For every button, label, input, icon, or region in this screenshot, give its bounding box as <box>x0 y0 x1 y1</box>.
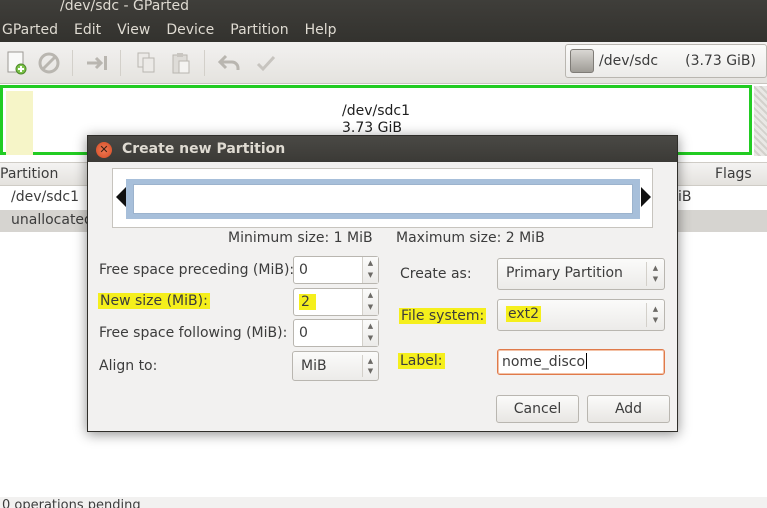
file-system-label: File system: <box>399 308 487 324</box>
used-space-bar <box>6 91 33 155</box>
menu-partition[interactable]: Partition <box>230 20 288 42</box>
copy-icon[interactable] <box>133 50 159 76</box>
partition-resizer <box>112 168 653 228</box>
add-button[interactable]: Add <box>587 395 670 423</box>
partition-graphic-label: /dev/sdc1 3.73 GiB <box>342 103 410 137</box>
file-system-combo[interactable]: ext2 ▲ ▼ <box>497 299 665 331</box>
new-size-value: 2 <box>299 294 316 310</box>
menu-device[interactable]: Device <box>166 20 214 42</box>
combo-arrows-icon: ▲ ▼ <box>646 303 664 327</box>
partition-size-inner <box>133 184 633 214</box>
create-as-value: Primary Partition <box>506 265 623 281</box>
partition-label-label: Label: <box>398 353 445 369</box>
new-size-spinner[interactable]: 2 ▲ ▼ <box>293 288 379 316</box>
toolbar-separator <box>120 50 121 76</box>
resize-left-handle-icon[interactable] <box>116 187 126 207</box>
minimum-size-label: Minimum size: 1 MiB <box>228 230 373 246</box>
menubar: GParted Edit View Device Partition Help <box>0 20 351 42</box>
row-partition: /dev/sdc1 <box>11 189 80 205</box>
device-size: (3.73 GiB) <box>685 53 756 69</box>
menu-edit[interactable]: Edit <box>74 20 101 42</box>
row-partition: unallocated <box>11 212 93 228</box>
title-and-menu-bar: /dev/sdc - GParted GParted Edit View Dev… <box>0 0 767 42</box>
new-size-label: New size (MiB): <box>98 293 210 309</box>
resize-right-handle-icon[interactable] <box>641 187 651 207</box>
status-bar: 0 operations pending <box>0 497 767 508</box>
spinner-arrows-icon[interactable]: ▲ ▼ <box>362 289 378 315</box>
delete-icon[interactable] <box>36 50 62 76</box>
menu-help[interactable]: Help <box>305 20 337 42</box>
dialog-title: Create new Partition <box>122 141 286 157</box>
undo-icon[interactable] <box>216 50 242 76</box>
align-to-value: MiB <box>301 358 327 374</box>
partition-label-input[interactable]: nome_disco <box>497 349 665 375</box>
menu-gparted[interactable]: GParted <box>2 20 58 42</box>
combo-arrows-icon: ▲ ▼ <box>362 355 378 377</box>
file-system-value: ext2 <box>506 306 542 322</box>
create-as-label: Create as: <box>400 266 472 282</box>
resize-move-icon[interactable] <box>84 50 110 76</box>
graphic-scrollbar[interactable] <box>754 86 767 156</box>
column-flags[interactable]: Flags <box>715 166 752 182</box>
row-flags: iB <box>678 189 692 205</box>
free-preceding-label: Free space preceding (MiB): <box>99 262 295 278</box>
cancel-button[interactable]: Cancel <box>496 395 579 423</box>
free-following-label: Free space following (MiB): <box>99 325 288 341</box>
create-partition-dialog: ✕ Create new Partition Minimum size: 1 M… <box>87 135 678 432</box>
align-to-label: Align to: <box>99 358 158 374</box>
apply-icon[interactable] <box>253 50 279 76</box>
status-text: 0 operations pending <box>2 498 141 508</box>
paste-icon[interactable] <box>168 50 194 76</box>
dialog-titlebar: ✕ Create new Partition <box>88 136 677 162</box>
menu-view[interactable]: View <box>117 20 150 42</box>
maximum-size-label: Maximum size: 2 MiB <box>396 230 545 246</box>
combo-arrows-icon: ▲ ▼ <box>646 262 664 286</box>
device-name: /dev/sdc <box>599 53 659 69</box>
partition-label-value: nome_disco <box>502 353 588 370</box>
new-partition-icon[interactable] <box>4 50 30 76</box>
partition-size-bar[interactable] <box>126 179 640 219</box>
spinner-arrows-icon[interactable]: ▲ ▼ <box>362 320 378 346</box>
free-preceding-spinner[interactable]: 0 ▲ ▼ <box>293 256 379 284</box>
create-as-combo[interactable]: Primary Partition ▲ ▼ <box>497 258 665 290</box>
free-preceding-value: 0 <box>299 262 308 278</box>
partition-graphic-name: /dev/sdc1 <box>342 103 411 119</box>
column-partition[interactable]: Partition <box>0 166 58 182</box>
free-following-value: 0 <box>299 325 308 341</box>
window-title: /dev/sdc - GParted <box>60 0 190 14</box>
toolbar-separator <box>72 50 73 76</box>
device-selector[interactable]: /dev/sdc (3.73 GiB) <box>565 44 767 78</box>
close-icon[interactable]: ✕ <box>96 142 112 158</box>
toolbar-separator <box>204 50 205 76</box>
free-following-spinner[interactable]: 0 ▲ ▼ <box>293 319 379 347</box>
align-to-combo[interactable]: MiB ▲ ▼ <box>292 351 379 381</box>
spinner-arrows-icon[interactable]: ▲ ▼ <box>362 257 378 283</box>
harddisk-icon <box>570 49 594 73</box>
